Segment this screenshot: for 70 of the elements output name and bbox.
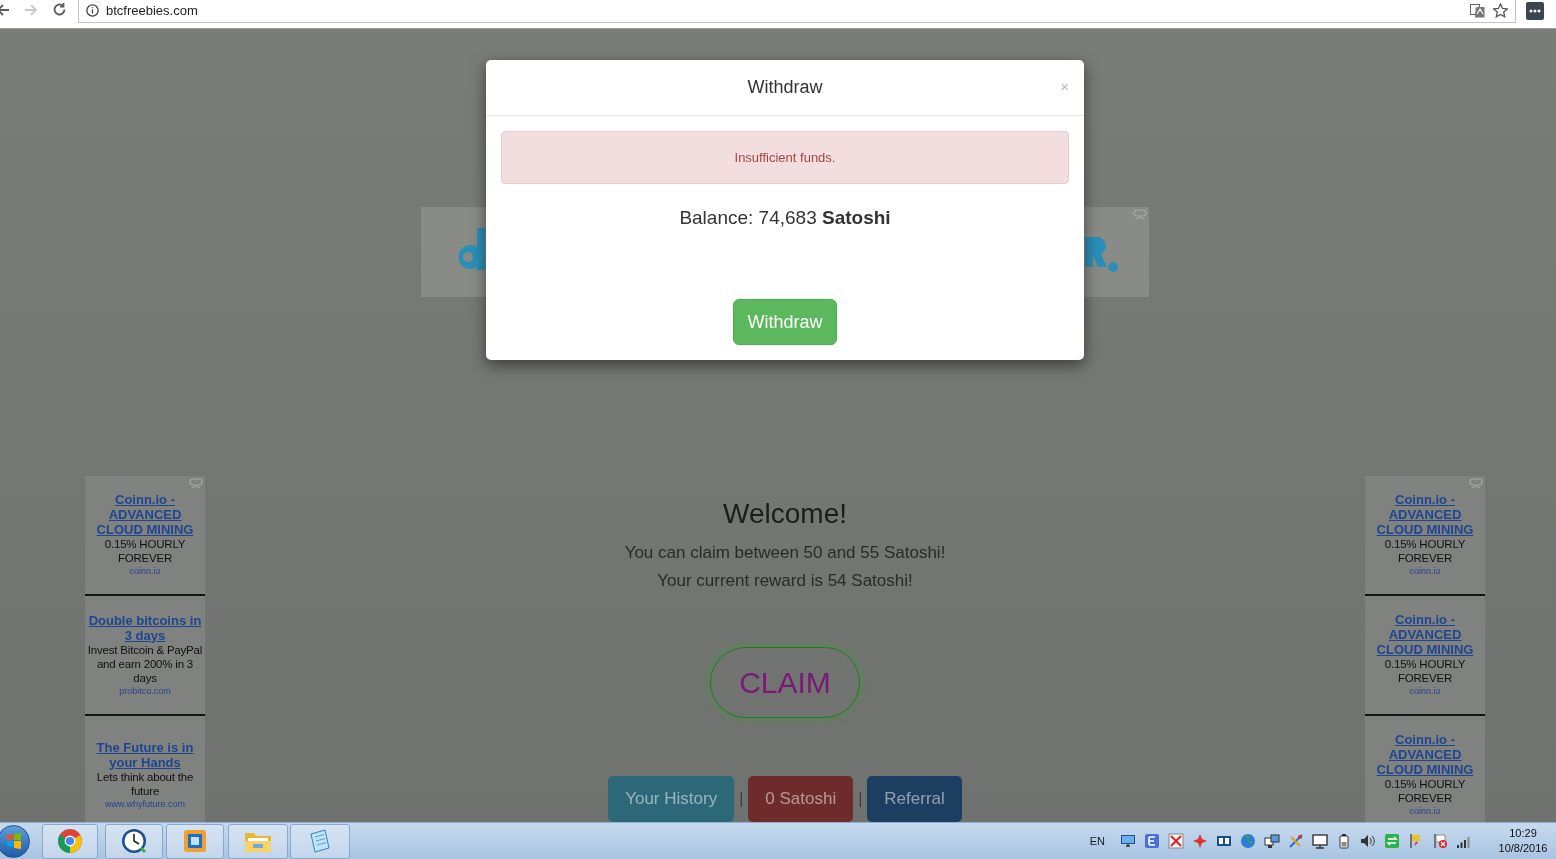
ad-title-link[interactable]: Coinn.io - ADVANCED CLOUD MINING	[1365, 492, 1485, 537]
ad-url-link[interactable]: coinn.io	[1409, 685, 1441, 698]
info-icon[interactable]	[86, 4, 99, 17]
clock-time[interactable]: 10:29	[1509, 826, 1537, 841]
extension-menu-icon[interactable]	[1526, 2, 1544, 20]
ad-description: 0.15% HOURLY FOREVER	[1383, 657, 1467, 685]
clock-date[interactable]: 10/8/2016	[1498, 841, 1548, 856]
ad-title-link[interactable]: The Future is in your Hands	[85, 739, 205, 770]
monitor-icon[interactable]	[1120, 833, 1136, 849]
box-icon[interactable]	[1216, 833, 1232, 849]
reload-icon[interactable]	[52, 2, 67, 17]
globe-icon[interactable]	[1240, 833, 1256, 849]
url-text: btcfreebies.com	[106, 1, 198, 20]
clock-icon	[121, 828, 147, 854]
ad-description: Lets think about the future	[95, 770, 195, 798]
welcome-text: Your current reward is 54 Satoshi!	[657, 570, 913, 592]
welcome-heading: Welcome!	[723, 497, 847, 531]
text-ad[interactable]: Coinn.io - ADVANCED CLOUD MINING 0.15% HOURLY FOREVER coinn.io	[85, 476, 205, 596]
ad-url-link[interactable]: www.whyfuture.com	[105, 797, 185, 811]
welcome-text: You can claim between 50 and 55 Satoshi!	[624, 542, 946, 564]
windows-logo-icon	[5, 833, 22, 849]
logo-fragment-icon	[1085, 237, 1119, 273]
sync-tile-icon[interactable]	[1384, 833, 1400, 849]
star-icon[interactable]	[1493, 3, 1508, 18]
app-window-icon	[183, 829, 207, 853]
chrome-icon	[57, 828, 83, 854]
flag-alert-icon[interactable]	[1432, 833, 1448, 849]
taskbar-app-button[interactable]	[166, 823, 224, 859]
nav-button[interactable]: 0 Satoshi	[748, 776, 854, 822]
ad-url-link[interactable]: probitco.com	[119, 684, 171, 698]
flag-icon[interactable]	[1408, 833, 1424, 849]
nav-button[interactable]: Your History	[608, 776, 735, 822]
tool-icon[interactable]	[1288, 833, 1304, 849]
ad-title-link[interactable]: Coinn.io - ADVANCED CLOUD MINING	[1365, 732, 1485, 777]
taskbar-app-button[interactable]	[105, 823, 163, 859]
ad-title-link[interactable]: Coinn.io - ADVANCED CLOUD MINING	[1365, 612, 1485, 657]
language-indicator[interactable]: EN	[1089, 832, 1105, 850]
balance-text: Balance: 74,683 Satoshi	[679, 206, 891, 230]
text-ad[interactable]: Coinn.io - ADVANCED CLOUD MINING 0.15% HOURLY FOREVER coinn.io	[1365, 476, 1485, 596]
ad-description: 0.15% HOURLY FOREVER	[1383, 777, 1467, 805]
notepad-icon	[307, 828, 333, 854]
error-alert: Insufficient funds.	[501, 131, 1069, 184]
network-icon[interactable]	[1264, 833, 1280, 849]
sparkle-icon[interactable]	[1192, 833, 1208, 849]
ad-title-link[interactable]: Double bitcoins in 3 days	[85, 612, 205, 643]
back-icon[interactable]	[0, 3, 10, 17]
close-button[interactable]: ×	[1060, 79, 1069, 94]
start-button[interactable]	[0, 824, 30, 858]
ad-url-link[interactable]: coinn.io	[1409, 805, 1441, 818]
ad-url-link[interactable]: coinn.io	[129, 565, 161, 578]
address-bar[interactable]: btcfreebies.com	[78, 0, 1516, 23]
nav-button[interactable]: Referral	[867, 776, 962, 822]
separator-text: |	[739, 789, 744, 809]
dialog-title: Withdraw	[747, 76, 823, 99]
ad-url-link[interactable]: coinn.io	[1409, 565, 1441, 578]
ad-description: 0.15% HOURLY FOREVER	[1383, 537, 1467, 565]
text-ad[interactable]: Coinn.io - ADVANCED CLOUD MINING 0.15% HOURLY FOREVER coinn.io	[1365, 596, 1485, 716]
taskbar-app-button[interactable]	[42, 823, 98, 859]
text-ad[interactable]: Double bitcoins in 3 days Invest Bitcoin & PayPal and earn 200% in 3 days probitco.com	[85, 596, 205, 716]
ad-description: Invest Bitcoin & PayPal and earn 200% in 3 days	[86, 643, 204, 685]
app-tile-icon[interactable]	[1144, 833, 1160, 849]
withdraw-button[interactable]: Withdraw	[733, 299, 837, 345]
ad-title-link[interactable]: Coinn.io - ADVANCED CLOUD MINING	[85, 492, 205, 537]
translate-icon[interactable]	[1470, 3, 1485, 18]
speaker-icon[interactable]	[1360, 833, 1376, 849]
battery-icon[interactable]	[1336, 833, 1352, 849]
ad-description: 0.15% HOURLY FOREVER	[103, 537, 187, 565]
separator-text: |	[858, 789, 863, 809]
crossed-tile-icon[interactable]	[1168, 833, 1184, 849]
display-icon[interactable]	[1312, 833, 1328, 849]
